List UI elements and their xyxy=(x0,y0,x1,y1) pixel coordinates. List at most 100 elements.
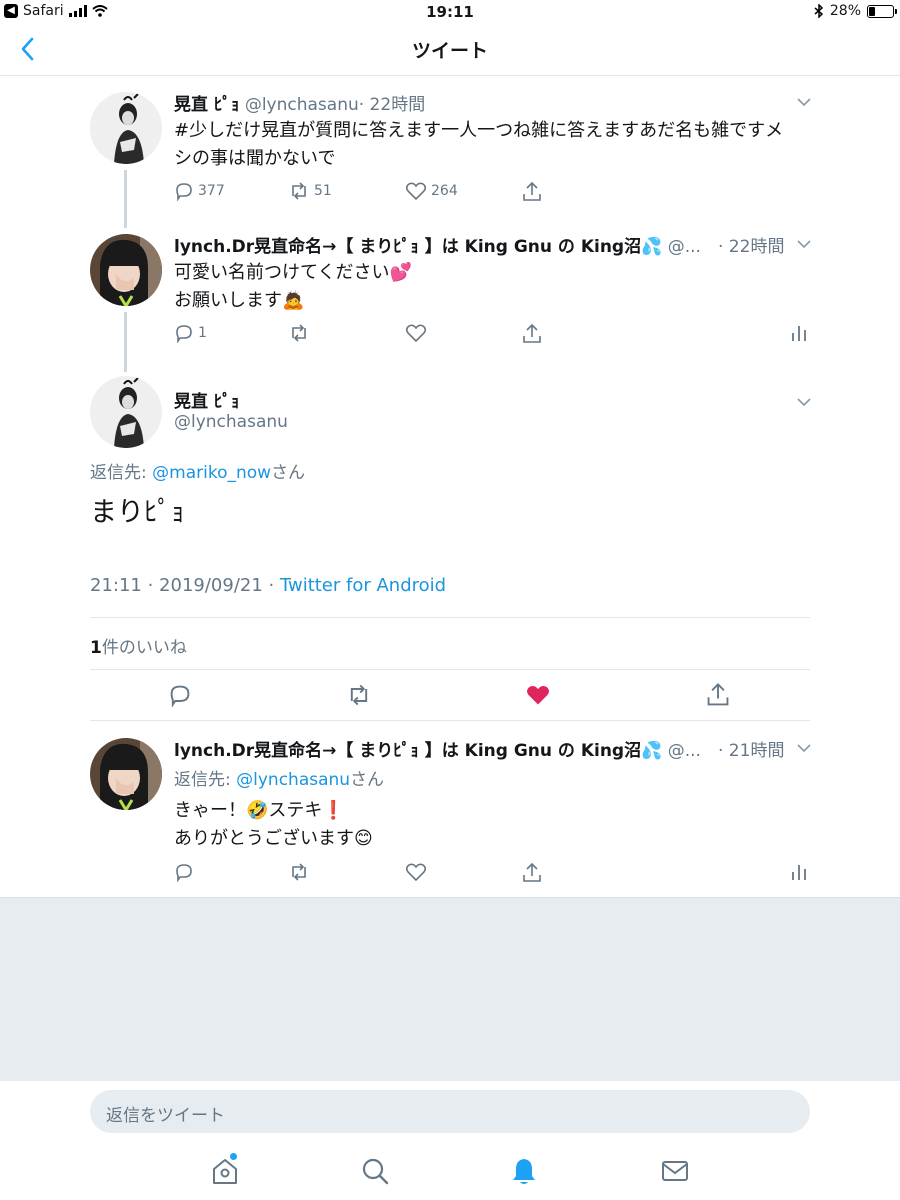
tweet-text: 可愛い名前つけてください💕 お願いします🙇 xyxy=(174,259,804,315)
heart-filled-icon[interactable] xyxy=(525,683,551,707)
battery-fill xyxy=(869,6,875,16)
avatar[interactable] xyxy=(90,234,162,306)
tweet-text-line: きゃー！🤣ステキ❗ xyxy=(174,800,345,821)
user-handle[interactable]: @... xyxy=(668,237,701,257)
reply-to-suffix: さん xyxy=(350,770,385,790)
display-name[interactable]: lynch.Dr晃直命名→【 まりﾋﾟｮ 】は King Gnu の King沼… xyxy=(174,237,662,257)
status-bar: ◀ Safari 19:11 28% xyxy=(0,0,900,24)
share-icon[interactable] xyxy=(705,682,731,708)
app: ◀ Safari 19:11 28% ツイート 晃直 ﾋﾟｮ @lynchasa… xyxy=(0,0,900,1200)
retweet-icon xyxy=(292,182,306,200)
chevron-down-icon[interactable] xyxy=(797,97,811,107)
share-button[interactable] xyxy=(521,862,543,884)
display-name[interactable]: 晃直 ﾋﾟｮ xyxy=(174,387,239,412)
status-bar-right: 28% xyxy=(814,3,897,19)
like-button[interactable]: 264 xyxy=(405,181,458,201)
chevron-down-icon[interactable] xyxy=(797,239,811,249)
reply-button[interactable]: 377 xyxy=(174,181,225,201)
bluetooth-icon xyxy=(814,4,823,18)
avatar-image xyxy=(90,92,162,164)
like-button[interactable] xyxy=(405,323,427,343)
retweet-button[interactable]: 51 xyxy=(288,181,332,201)
avatar[interactable] xyxy=(90,376,162,448)
thread-line xyxy=(124,312,127,372)
display-name[interactable]: lynch.Dr晃直命名→【 まりﾋﾟｮ 】は King Gnu の King沼… xyxy=(174,741,662,761)
reply-button[interactable]: 1 xyxy=(174,323,207,343)
tweet-text-line: ありがとうございます😊 xyxy=(174,828,373,849)
reply-to-user[interactable]: @mariko_now xyxy=(152,463,271,483)
display-name[interactable]: 晃直 ﾋﾟｮ xyxy=(174,95,239,115)
heart-icon xyxy=(405,182,427,201)
likes-count: 1 xyxy=(90,638,102,658)
messages-icon[interactable] xyxy=(659,1155,691,1187)
avatar[interactable] xyxy=(90,738,162,810)
retweet-icon[interactable] xyxy=(345,683,373,707)
user-handle[interactable]: @lynchasanu xyxy=(245,95,359,115)
reply-to-user[interactable]: @lynchasanu xyxy=(236,770,350,790)
notifications-icon[interactable] xyxy=(508,1155,540,1187)
tweet-text-line[interactable]: #少しだけ晃直が質問に答えます一人一つね雑に答えますあだ名も雑ですメ xyxy=(174,117,804,145)
avatar-image xyxy=(90,738,162,810)
chevron-down-icon[interactable] xyxy=(797,397,811,407)
reply-to-label: 返信先: xyxy=(174,770,237,790)
analytics-icon xyxy=(792,326,806,341)
reply-count: 1 xyxy=(198,325,207,341)
home-icon[interactable] xyxy=(209,1155,241,1187)
share-icon xyxy=(523,323,541,343)
reply-icon[interactable] xyxy=(168,683,192,707)
tweet-text-line[interactable]: シの事は聞かないで xyxy=(174,145,804,173)
tweet-text: きゃー！🤣ステキ❗ ありがとうございます😊 xyxy=(174,797,804,853)
user-handle[interactable]: @... xyxy=(668,741,701,761)
status-time: 19:11 xyxy=(426,3,474,21)
reply-count: 377 xyxy=(198,183,225,199)
retweet-button[interactable] xyxy=(288,862,310,882)
reply-to-label: 返信先: xyxy=(90,463,153,483)
source-link[interactable]: Twitter for Android xyxy=(280,575,446,596)
empty-area xyxy=(0,897,900,1081)
battery-percent: 28% xyxy=(829,3,861,19)
divider xyxy=(90,669,810,670)
likes-summary[interactable]: 1件のいいね xyxy=(90,633,187,658)
avatar-image xyxy=(90,234,162,306)
user-handle[interactable]: @lynchasanu xyxy=(174,412,288,432)
timestamp-text: 21:11 · 2019/09/21 · xyxy=(90,575,280,596)
retweet-icon xyxy=(292,863,306,881)
tweet-text: #少しだけ晃直が質問に答えます一人一つね雑に答えますあだ名も雑ですメ シの事は聞… xyxy=(174,117,804,173)
heart-icon xyxy=(405,863,427,882)
tweet-text-line: 可愛い名前つけてください💕 xyxy=(174,262,412,283)
tab-bar xyxy=(0,1145,900,1200)
reply-to: 返信先: @mariko_nowさん xyxy=(90,458,305,483)
heart-icon xyxy=(405,324,427,343)
divider xyxy=(90,617,810,618)
chevron-down-icon[interactable] xyxy=(797,743,811,753)
likes-label: 件のいいね xyxy=(101,638,187,658)
tweet-time: · 22時間 xyxy=(358,95,426,115)
analytics-button[interactable] xyxy=(790,323,808,343)
share-icon xyxy=(523,181,541,201)
tweet-header: lynch.Dr晃直命名→【 まりﾋﾟｮ 】は King Gnu の King沼… xyxy=(174,736,796,761)
reply-input[interactable]: 返信をツイート xyxy=(90,1090,810,1133)
share-icon xyxy=(523,862,541,882)
analytics-button[interactable] xyxy=(790,862,808,882)
tweet-header: 晃直 ﾋﾟｮ @lynchasanu· 22時間 xyxy=(174,90,425,115)
thread-line xyxy=(124,170,127,228)
tweet-timestamp: 21:11 · 2019/09/21 · Twitter for Android xyxy=(90,575,446,596)
divider xyxy=(90,720,810,721)
reply-to-suffix: さん xyxy=(271,463,306,483)
retweet-icon xyxy=(292,324,306,342)
reply-to: 返信先: @lynchasanuさん xyxy=(174,765,384,790)
reply-button[interactable] xyxy=(174,862,194,882)
page-title: ツイート xyxy=(411,40,488,62)
avatar[interactable] xyxy=(90,92,162,164)
main-tweet-text: まりﾋﾟｮ xyxy=(90,497,185,528)
reply-icon xyxy=(176,864,192,882)
share-button[interactable] xyxy=(521,181,543,203)
tweet-time: · 21時間 xyxy=(718,741,785,761)
retweet-button[interactable] xyxy=(288,323,310,343)
search-icon[interactable] xyxy=(359,1155,391,1187)
like-button[interactable] xyxy=(405,862,427,882)
reply-icon xyxy=(176,325,192,343)
reply-icon xyxy=(176,183,192,201)
share-button[interactable] xyxy=(521,323,543,345)
battery-icon xyxy=(867,4,897,18)
